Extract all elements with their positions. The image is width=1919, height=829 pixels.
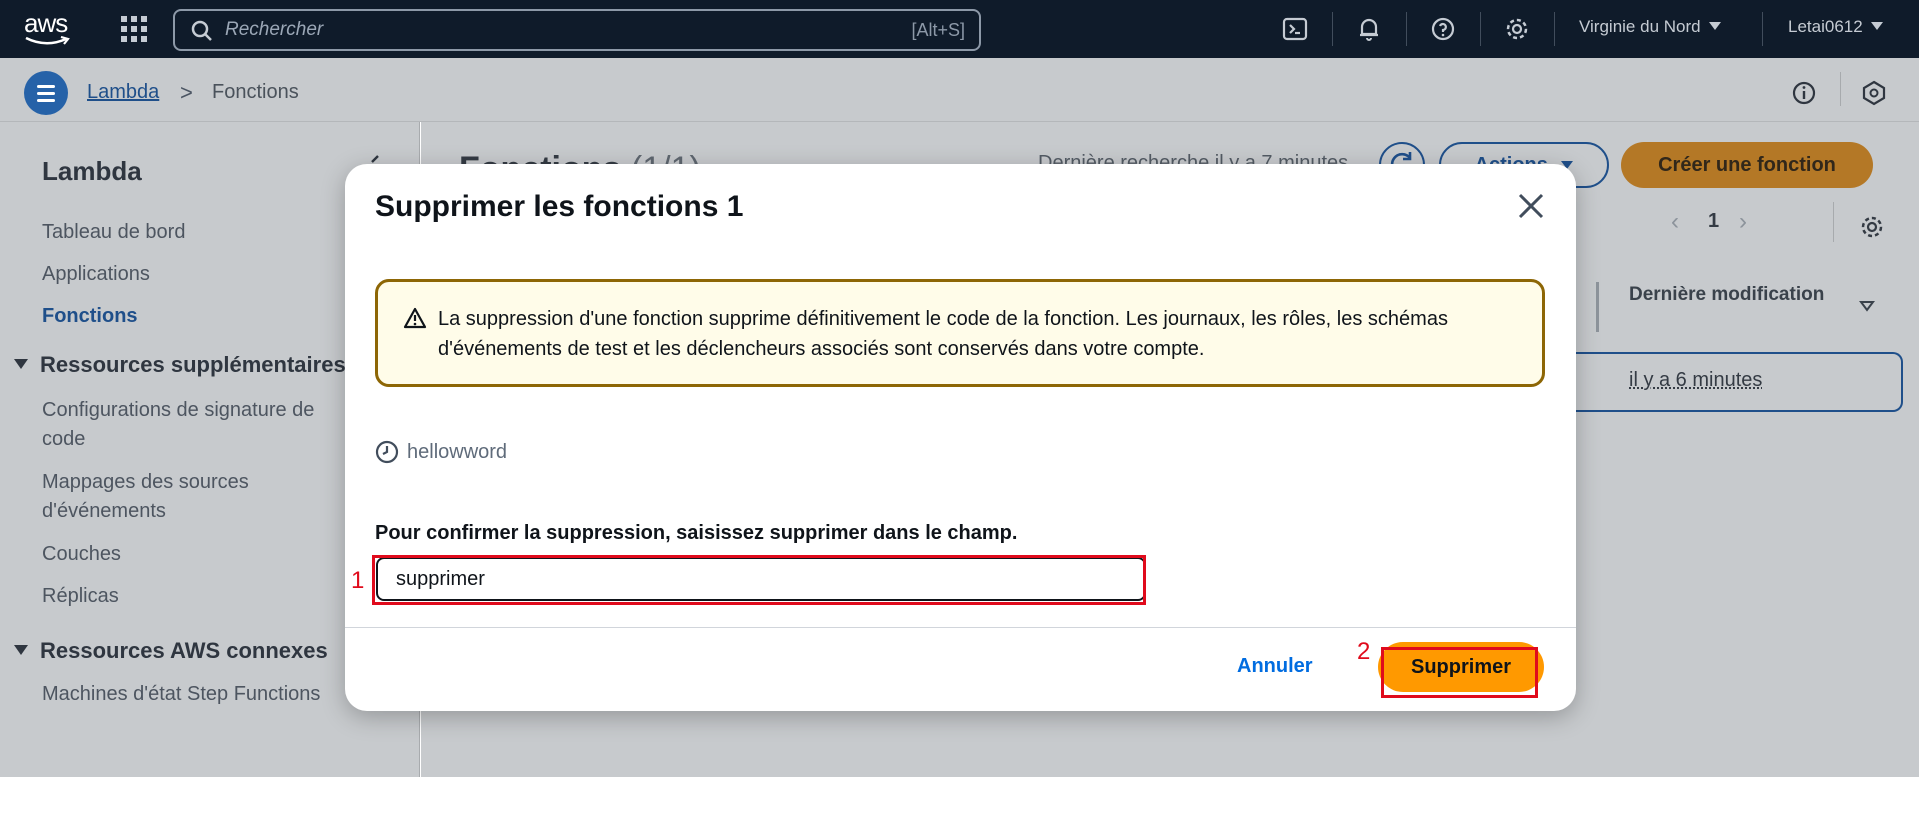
sidebar-item-step-functions[interactable]: Machines d'état Step Functions [42, 680, 320, 709]
screen: aws [Alt+S] [0, 0, 1919, 829]
dialog-title: Supprimer les fonctions 1 [375, 190, 744, 223]
region-selector[interactable]: Virginie du Nord [1579, 17, 1721, 37]
next-page-icon[interactable]: › [1739, 208, 1747, 236]
bell-icon[interactable] [1356, 16, 1382, 42]
warning-icon [403, 307, 427, 329]
sidebar-title: Lambda [42, 156, 142, 186]
sidebar-item-code-signing[interactable]: Configurations de signature de code [42, 396, 352, 454]
chevron-down-icon [1870, 22, 1883, 30]
warning-alert: La suppression d'une fonction supprime d… [375, 279, 1545, 387]
account-menu[interactable]: Letai0612 [1788, 17, 1883, 37]
cloudshell-icon[interactable] [1282, 16, 1308, 42]
aws-logo-text: aws [24, 8, 68, 38]
confirm-suffix: dans le champ. [867, 522, 1018, 544]
previous-page-icon[interactable]: ‹ [1671, 208, 1679, 236]
annotation-step-2: 2 [1357, 638, 1371, 665]
search-icon [191, 20, 212, 41]
pager-divider [1833, 202, 1834, 242]
sidebar-section-label: Ressources AWS connexes [40, 638, 328, 663]
sidebar-item-replicas[interactable]: Réplicas [42, 582, 119, 611]
nav-divider [1762, 12, 1763, 46]
sidebar-item-functions[interactable]: Fonctions [42, 302, 138, 331]
close-icon[interactable] [1513, 188, 1549, 224]
nav-divider [1480, 12, 1481, 46]
aws-smile-icon [25, 36, 70, 45]
table-settings-gear-icon[interactable] [1859, 214, 1885, 240]
search-box[interactable]: [Alt+S] [173, 9, 981, 51]
breadcrumb-divider [1840, 72, 1841, 106]
sidebar-item-event-source-mappings[interactable]: Mappages des sources d'événements [42, 468, 302, 526]
dialog-footer-divider [345, 627, 1576, 628]
sidebar-section-related-resources[interactable]: Ressources AWS connexes [14, 638, 328, 664]
create-function-button[interactable]: Créer une fonction [1621, 142, 1873, 188]
breadcrumb-lambda-link[interactable]: Lambda [87, 81, 159, 104]
aws-logo[interactable]: aws [24, 10, 74, 46]
breadcrumb-current: Fonctions [212, 81, 299, 103]
function-name: hellowword [407, 440, 508, 463]
nav-divider [1332, 12, 1333, 46]
clock-icon [375, 440, 399, 464]
caret-down-icon [14, 359, 28, 369]
search-input[interactable] [225, 19, 825, 41]
confirm-keyword: supprimer [769, 522, 868, 544]
cancel-button[interactable]: Annuler [1237, 655, 1313, 678]
side-navigation-toggle-button[interactable] [24, 71, 68, 115]
search-shortcut-hint: [Alt+S] [911, 20, 965, 40]
help-icon[interactable] [1430, 16, 1456, 42]
chevron-down-icon [1708, 22, 1721, 30]
confirm-instruction: Pour confirmer la suppression, saisissez… [375, 522, 1017, 545]
services-grid-icon[interactable] [121, 16, 147, 42]
confirm-delete-input[interactable] [376, 557, 1146, 601]
sidebar-item-applications[interactable]: Applications [42, 260, 150, 289]
caret-down-icon [14, 645, 28, 655]
sidebar-section-label: Ressources supplémentaires [40, 352, 346, 377]
region-label: Virginie du Nord [1579, 17, 1701, 36]
breadcrumb-separator: > [180, 80, 193, 105]
feedback-icon[interactable] [1861, 80, 1887, 106]
column-header-last-modified[interactable]: Dernière modification [1629, 282, 1829, 308]
top-navigation-bar: aws [Alt+S] [0, 0, 1919, 58]
confirm-prefix: Pour confirmer la suppression, saisissez [375, 522, 770, 544]
current-page-number[interactable]: 1 [1708, 210, 1719, 233]
sidebar-item-dashboard[interactable]: Tableau de bord [42, 218, 185, 247]
info-icon[interactable] [1791, 80, 1817, 106]
nav-divider [1554, 12, 1555, 46]
delete-button[interactable]: Supprimer [1378, 642, 1544, 692]
breadcrumb-bar: Lambda > Fonctions [0, 58, 1919, 122]
annotation-step-1: 1 [351, 567, 365, 594]
last-modified-value: il y a 6 minutes [1629, 369, 1763, 391]
delete-functions-dialog: Supprimer les fonctions 1 La suppression… [345, 164, 1576, 711]
sort-icon[interactable] [1859, 300, 1875, 312]
column-divider [1596, 282, 1599, 332]
account-label: Letai0612 [1788, 17, 1863, 36]
sidebar-item-layers[interactable]: Couches [42, 540, 121, 569]
sidebar-section-additional-resources[interactable]: Ressources supplémentaires [14, 352, 346, 378]
nav-divider [1406, 12, 1407, 46]
warning-message: La suppression d'une fonction supprime d… [438, 308, 1448, 360]
settings-gear-icon[interactable] [1504, 16, 1530, 42]
function-to-delete: hellowword [375, 440, 507, 464]
